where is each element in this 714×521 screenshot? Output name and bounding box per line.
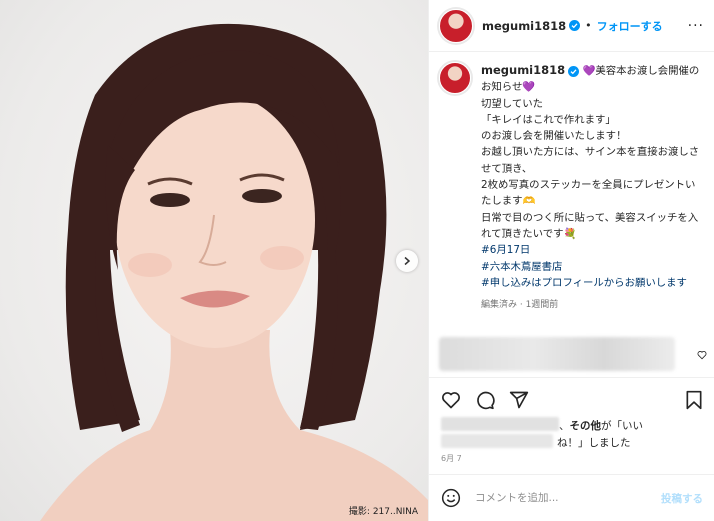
share-button[interactable] (509, 390, 529, 410)
hashtag-link[interactable]: #申し込みはプロフィールからお願いします (481, 275, 703, 291)
emoji-button[interactable] (441, 488, 461, 508)
post-comment-button[interactable]: 投稿する (661, 491, 703, 506)
portrait-image (40, 23, 428, 521)
blurred-username (441, 434, 553, 448)
comment-icon (477, 391, 495, 409)
hashtag-link[interactable]: #六本木蔦屋書店 (481, 259, 703, 275)
emoji-icon (441, 488, 461, 508)
heart-icon (442, 391, 460, 408)
others-link[interactable]: その他 (570, 420, 602, 432)
caption-avatar[interactable] (439, 62, 471, 94)
separator-dot: • (585, 19, 592, 32)
blurred-username (441, 417, 559, 431)
post-date[interactable]: 6月 7 (441, 453, 462, 464)
caption-text: 💜美容本お渡し会開催のお知らせ💜 切望していた 「キレイはこれで作れます」 のお… (481, 65, 700, 240)
bookmark-icon (686, 390, 702, 409)
likes-summary: 、その他が「いい ね！」しました (441, 417, 703, 451)
caption-meta: 編集済み · 1週間前 (481, 300, 559, 311)
verified-badge-icon (568, 66, 580, 77)
more-options-icon[interactable]: ··· (688, 18, 704, 34)
next-photo-button[interactable] (396, 250, 418, 272)
caption-username[interactable]: megumi1818 (481, 63, 565, 77)
comment-composer: 投稿する (429, 474, 714, 521)
post-detail-pane: megumi1818 • フォローする ··· megumi1818 💜美容本お… (428, 0, 714, 521)
comment-row (439, 336, 709, 372)
verified-badge-icon (569, 20, 581, 31)
hashtag-link[interactable]: #6月17日 (481, 242, 703, 258)
avatar[interactable] (439, 8, 473, 43)
caption-body: megumi1818 💜美容本お渡し会開催のお知らせ💜 切望していた 「キレイは… (481, 62, 703, 339)
caption: megumi1818 💜美容本お渡し会開催のお知らせ💜 切望していた 「キレイは… (429, 52, 714, 339)
chevron-right-icon (404, 256, 411, 266)
comment-input[interactable] (475, 492, 645, 504)
post-photo[interactable]: 撮影: 217..NINA (0, 0, 428, 521)
blurred-comment (439, 337, 675, 371)
post-header: megumi1818 • フォローする ··· (429, 0, 714, 52)
save-button[interactable] (685, 390, 703, 410)
likes-text-end: ね！」しました (557, 437, 631, 449)
follow-button[interactable]: フォローする (597, 18, 663, 34)
comment-like-icon[interactable] (697, 345, 707, 364)
like-button[interactable] (441, 390, 461, 410)
photo-credit: 撮影: 217..NINA (348, 507, 418, 517)
username[interactable]: megumi1818 (482, 19, 566, 33)
send-icon (509, 391, 529, 408)
comment-button[interactable] (475, 390, 495, 410)
likes-text: が「いい (601, 420, 643, 432)
post-actions (429, 377, 714, 421)
